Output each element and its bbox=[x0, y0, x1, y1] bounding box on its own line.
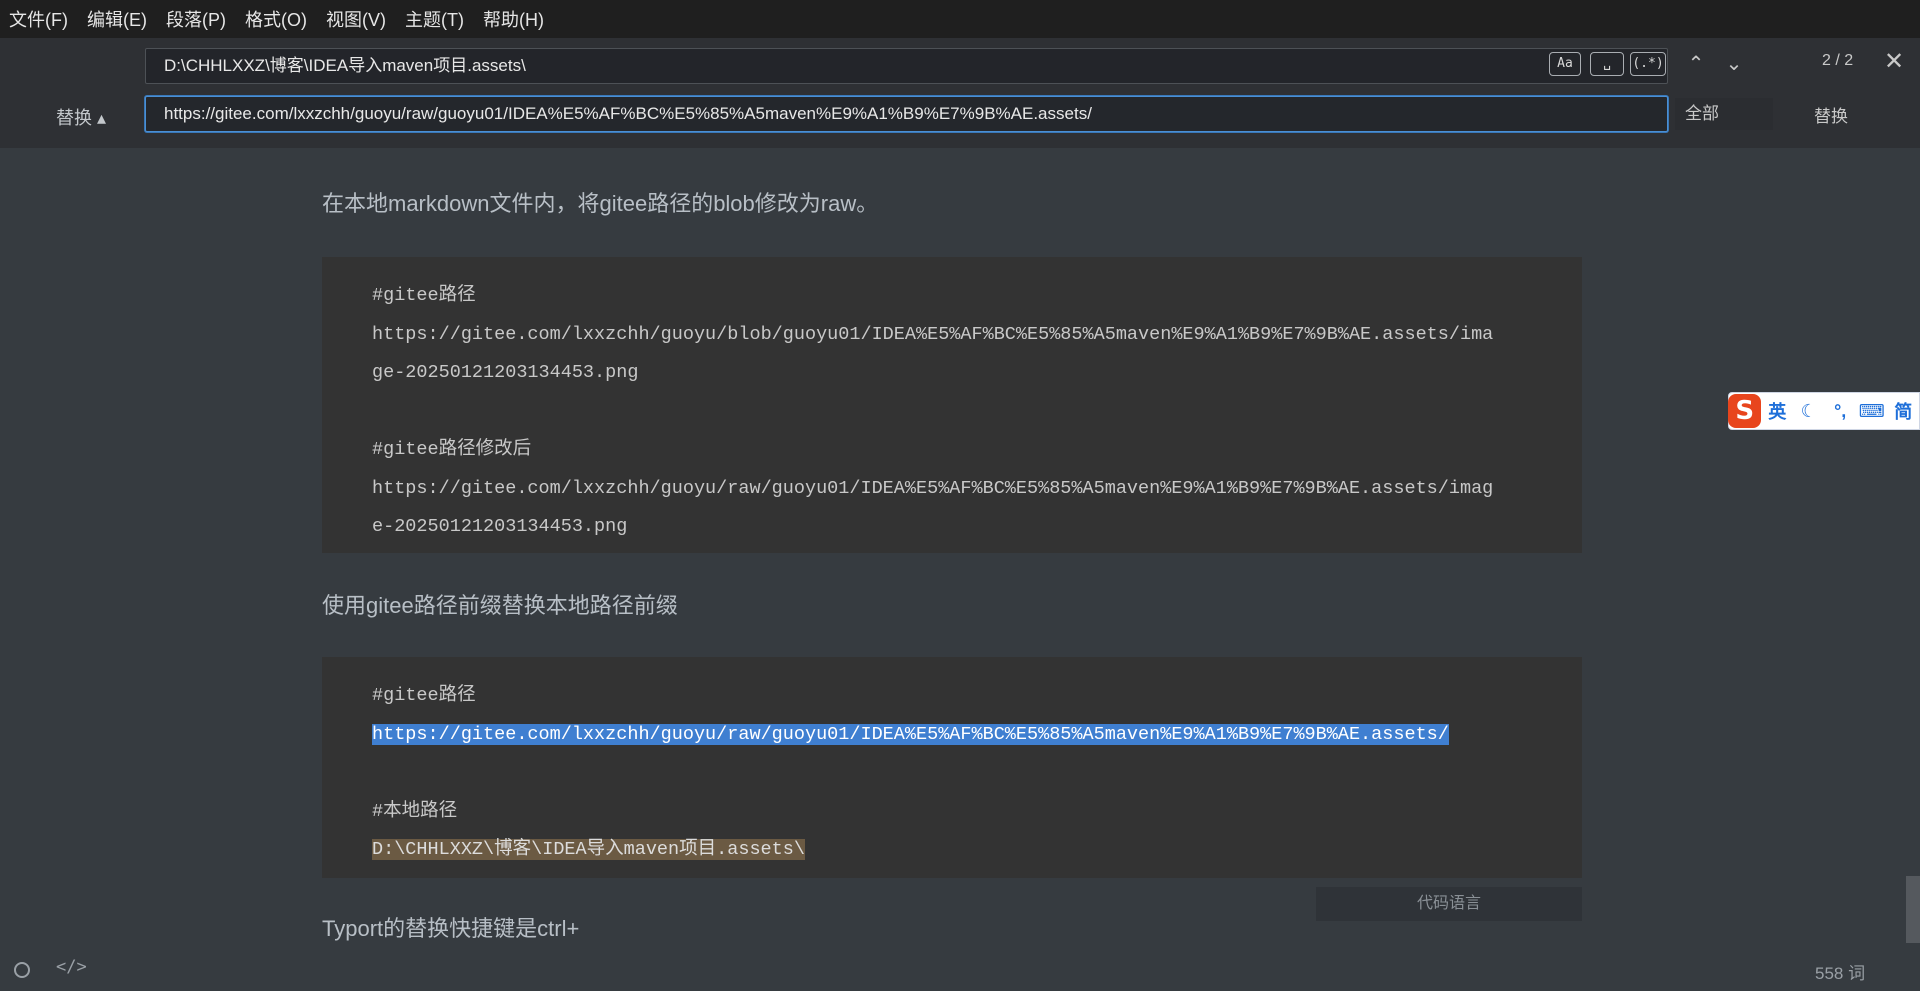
source-mode-icon[interactable]: </> bbox=[56, 957, 87, 977]
ime-toolbar[interactable]: S 英 ☾ °, ⌨ 简 bbox=[1728, 392, 1920, 430]
scrollbar-track[interactable] bbox=[1906, 148, 1920, 991]
selected-text: https://gitee.com/lxxzchh/guoyu/raw/guoy… bbox=[372, 724, 1449, 745]
code-line: e-20250121203134453.png bbox=[372, 508, 1552, 547]
paragraph: 在本地markdown文件内，将gitee路径的blob修改为raw。 bbox=[322, 186, 878, 218]
replace-all-button[interactable]: 全部 bbox=[1675, 98, 1773, 130]
code-line: https://gitee.com/lxxzchh/guoyu/blob/guo… bbox=[372, 316, 1552, 355]
match-case-toggle[interactable]: Aa bbox=[1549, 52, 1581, 76]
menu-theme[interactable]: 主题(T) bbox=[396, 0, 474, 38]
code-line: D:\CHHLXXZ\博客\IDEA导入maven项目.assets\ bbox=[372, 831, 1552, 870]
paragraph: 使用gitee路径前缀替换本地路径前缀 bbox=[322, 588, 678, 620]
editor[interactable]: 在本地markdown文件内，将gitee路径的blob修改为raw。 #git… bbox=[0, 148, 1920, 943]
code-line: #gitee路径修改后 bbox=[372, 431, 1552, 470]
whole-word-toggle[interactable]: ␣ bbox=[1590, 52, 1624, 76]
menu-bar: 文件(F) 编辑(E) 段落(P) 格式(O) 视图(V) 主题(T) 帮助(H… bbox=[0, 0, 1920, 38]
menu-help[interactable]: 帮助(H) bbox=[474, 0, 554, 38]
menu-view[interactable]: 视图(V) bbox=[317, 0, 396, 38]
menu-edit[interactable]: 编辑(E) bbox=[78, 0, 157, 38]
word-count[interactable]: 558 词 bbox=[1815, 959, 1865, 984]
replace-button[interactable]: 替换 bbox=[1814, 102, 1848, 127]
code-line: #gitee路径 bbox=[372, 677, 1552, 716]
moon-icon[interactable]: ☾ bbox=[1793, 401, 1825, 422]
menu-format[interactable]: 格式(O) bbox=[236, 0, 317, 38]
ime-simplified-toggle[interactable]: 简 bbox=[1887, 398, 1919, 424]
menu-paragraph[interactable]: 段落(P) bbox=[157, 0, 236, 38]
code-line: #gitee路径 bbox=[372, 277, 1552, 316]
ime-language-toggle[interactable]: 英 bbox=[1761, 398, 1793, 424]
code-block[interactable]: #gitee路径 https://gitee.com/lxxzchh/guoyu… bbox=[322, 257, 1582, 553]
find-replace-panel: D:\CHHLXXZ\博客\IDEA导入maven项目.assets\ Aa ␣… bbox=[0, 38, 1920, 149]
code-line bbox=[372, 393, 1552, 432]
find-next-icon[interactable]: ⌄ bbox=[1720, 50, 1748, 78]
code-language-input[interactable]: 代码语言 bbox=[1316, 887, 1582, 921]
sidebar-toggle-icon[interactable] bbox=[14, 962, 30, 978]
close-icon[interactable]: ✕ bbox=[1884, 47, 1904, 76]
replace-input[interactable]: https://gitee.com/lxxzchh/guoyu/raw/guoy… bbox=[145, 96, 1668, 132]
sogou-logo-icon[interactable]: S bbox=[1728, 394, 1761, 428]
code-line: https://gitee.com/lxxzchh/guoyu/raw/guoy… bbox=[372, 716, 1552, 755]
search-match: D:\CHHLXXZ\博客\IDEA导入maven项目.assets\ bbox=[372, 839, 805, 860]
code-line: #本地路径 bbox=[372, 793, 1552, 832]
paragraph: Typort的替换快捷键是ctrl+ bbox=[322, 911, 579, 943]
regex-toggle[interactable]: (.*) bbox=[1630, 52, 1666, 76]
match-count: 2 / 2 bbox=[1822, 52, 1853, 70]
menu-file[interactable]: 文件(F) bbox=[0, 0, 78, 38]
code-line: ge-20250121203134453.png bbox=[372, 354, 1552, 393]
replace-toggle[interactable]: 替换 ▴ bbox=[56, 104, 106, 130]
code-block[interactable]: #gitee路径 https://gitee.com/lxxzchh/guoyu… bbox=[322, 657, 1582, 878]
find-previous-icon[interactable]: ⌃ bbox=[1682, 50, 1710, 78]
punctuation-icon[interactable]: °, bbox=[1824, 401, 1856, 422]
find-input[interactable]: D:\CHHLXXZ\博客\IDEA导入maven项目.assets\ bbox=[145, 48, 1668, 84]
code-line bbox=[372, 754, 1552, 793]
status-bar: </> 558 词 bbox=[0, 943, 1920, 991]
keyboard-icon[interactable]: ⌨ bbox=[1856, 401, 1888, 422]
code-line: https://gitee.com/lxxzchh/guoyu/raw/guoy… bbox=[372, 470, 1552, 509]
